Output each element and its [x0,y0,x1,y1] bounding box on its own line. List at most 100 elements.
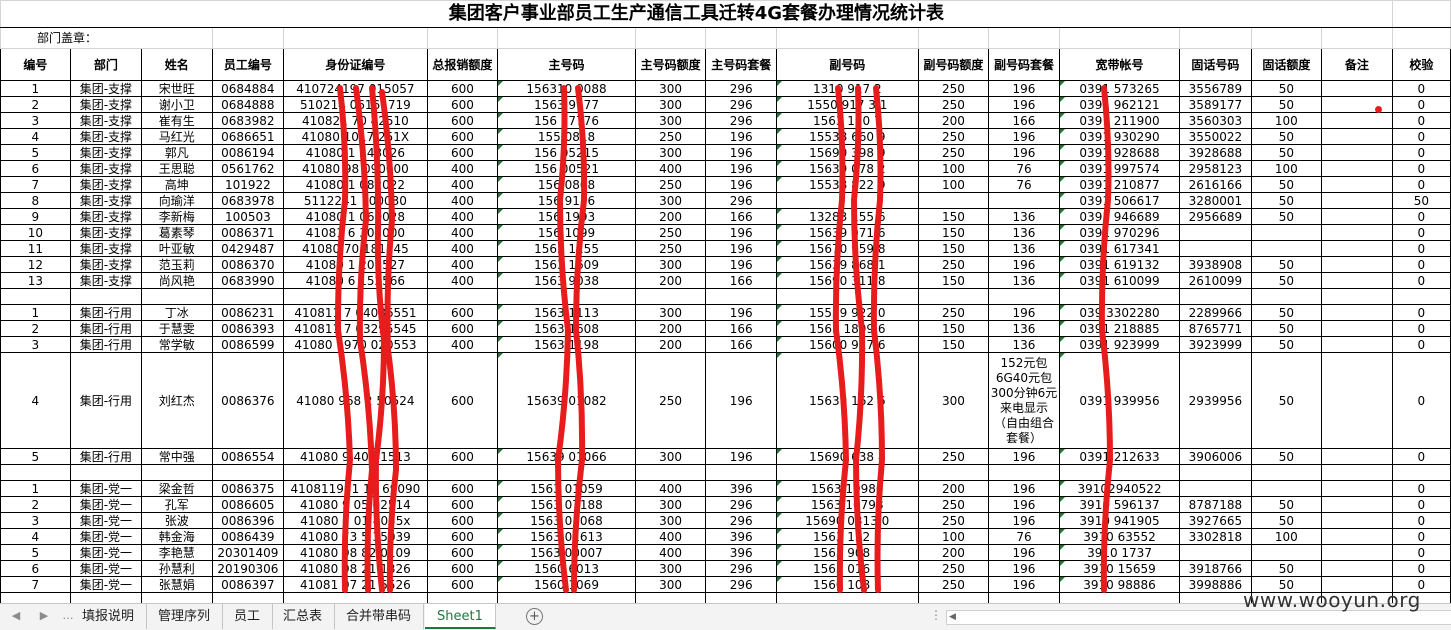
table-cell[interactable]: 196 [705,304,777,321]
table-cell[interactable]: 0 [1391,544,1451,561]
empty-cell[interactable] [140,592,213,603]
table-cell[interactable]: 0429487 [211,240,285,257]
table-cell[interactable]: 1563 9177 [497,96,636,113]
table-cell[interactable]: 3910 63552 [1058,528,1181,545]
table-cell[interactable]: 250 [634,352,707,449]
table-cell[interactable]: 集团-党一 [69,544,142,561]
table-cell[interactable]: 1563 01068 [497,512,636,529]
table-cell[interactable]: 3 [0,336,71,353]
table-cell[interactable]: 196 [705,176,777,193]
table-cell[interactable]: 0391 218885 [1058,320,1181,337]
table-cell[interactable]: 156 1099 [497,224,636,241]
table-cell[interactable]: 100 [917,528,990,545]
table-cell[interactable]: 3998886 [1179,576,1252,593]
table-cell[interactable]: 0 [1391,160,1451,177]
table-cell[interactable]: 0086599 [211,336,285,353]
column-header[interactable]: 校验 [1391,48,1451,81]
table-cell[interactable]: 150 [917,272,990,289]
column-header[interactable]: 身份证编号 [283,48,428,81]
table-cell[interactable]: 20301409 [211,544,285,561]
table-cell[interactable]: 3 [0,512,71,529]
table-cell[interactable]: 400 [634,480,707,497]
table-cell[interactable]: 15639 078 2 [775,160,919,177]
table-cell[interactable]: 0086376 [211,352,285,449]
table-cell[interactable]: 0391 962121 [1058,96,1181,113]
table-cell[interactable]: 0 [1391,496,1451,513]
table-cell[interactable]: 3910 941905 [1058,512,1181,529]
table-cell[interactable]: 1563 1899 6 [775,320,919,337]
empty-cell[interactable] [426,464,499,481]
table-cell[interactable]: 0391 928688 [1058,144,1181,161]
table-cell[interactable] [1321,160,1393,177]
empty-cell[interactable] [497,592,636,603]
table-cell[interactable]: 50 [1250,144,1323,161]
table-cell[interactable]: 0 [1391,256,1451,273]
table-cell[interactable]: 300 [917,352,990,449]
table-cell[interactable]: 300 [634,112,707,129]
table-cell[interactable]: 集团-党一 [69,528,142,545]
table-cell[interactable]: 0391 210877 [1058,176,1181,193]
table-cell[interactable]: 0391 506617 [1058,192,1181,209]
table-cell[interactable] [1321,560,1393,577]
table-cell[interactable]: 250 [917,128,990,145]
column-header[interactable]: 主号码额度 [634,48,707,81]
empty-cell[interactable] [497,464,636,481]
table-cell[interactable]: 集团-行用 [69,352,142,449]
table-cell[interactable]: 0391 211900 [1058,112,1181,129]
table-cell[interactable]: 1563 07188 [497,496,636,513]
table-cell[interactable]: 9 [0,208,71,225]
column-header[interactable]: 宽带帐号 [1058,48,1181,81]
table-cell[interactable]: 0 [1391,96,1451,113]
table-cell[interactable]: 郭凡 [140,144,213,161]
table-cell[interactable]: 3 [0,112,71,129]
table-cell[interactable]: 于慧雯 [140,320,213,337]
table-cell[interactable]: 300 [634,576,707,593]
table-cell[interactable]: 156 0808 [497,176,636,193]
table-cell[interactable]: 韩金海 [140,528,213,545]
table-cell[interactable]: 7 [0,176,71,193]
empty-cell[interactable] [705,464,777,481]
table-cell[interactable]: 2 [0,96,71,113]
table-cell[interactable]: 叶亚敏 [140,240,213,257]
table-cell[interactable]: 196 [988,512,1060,529]
table-cell[interactable]: 0684884 [211,80,285,97]
table-cell[interactable]: 41080 70 181545 [283,240,428,257]
spreadsheet-grid[interactable]: 集团客户事业部员工生产通信工具迁转4G套餐办理情况统计表 部门盖章： 编号 部门 姓名员… [0,0,1451,603]
table-cell[interactable]: 196 [988,544,1060,561]
table-cell[interactable]: 2939956 [1179,352,1252,449]
table-cell[interactable] [1321,512,1393,529]
table-cell[interactable]: 41080 1 203527 [283,256,428,273]
table-cell[interactable]: 400 [426,272,499,289]
table-cell[interactable]: 3938908 [1179,256,1252,273]
table-cell[interactable]: 136 [988,272,1060,289]
empty-cell[interactable] [140,464,213,481]
table-cell[interactable]: 3556789 [1179,80,1252,97]
table-cell[interactable]: 250 [917,576,990,593]
table-cell[interactable]: 0391 617341 [1058,240,1181,257]
table-cell[interactable]: 296 [705,80,777,97]
table-cell[interactable]: 13283 155 6 [775,208,919,225]
table-cell[interactable]: 136 [988,240,1060,257]
empty-cell[interactable] [634,27,707,49]
table-cell[interactable]: 0 [1391,224,1451,241]
table-cell[interactable]: 100 [917,160,990,177]
table-cell[interactable]: 600 [426,352,499,449]
empty-cell[interactable] [1179,464,1252,481]
empty-cell[interactable] [988,592,1060,603]
empty-cell[interactable] [1391,464,1451,481]
empty-cell[interactable] [69,464,142,481]
table-cell[interactable]: 1563 908 2 [775,544,919,561]
table-cell[interactable]: 50 [1391,192,1451,209]
table-cell[interactable]: 1563 00007 [497,544,636,561]
table-cell[interactable]: 41080 98 21 1326 [283,560,428,577]
table-cell[interactable]: 集团-行用 [69,448,142,465]
column-header[interactable]: 姓名 [140,48,213,81]
table-cell[interactable]: 0683978 [211,192,285,209]
table-cell[interactable]: 410811 7 04086551 [283,304,428,321]
table-cell[interactable]: 15538 660 9 [775,128,919,145]
table-cell[interactable]: 马红光 [140,128,213,145]
table-cell[interactable] [1250,224,1323,241]
table-cell[interactable]: 5 [0,544,71,561]
empty-cell[interactable] [775,288,919,305]
table-cell[interactable] [1321,256,1393,273]
